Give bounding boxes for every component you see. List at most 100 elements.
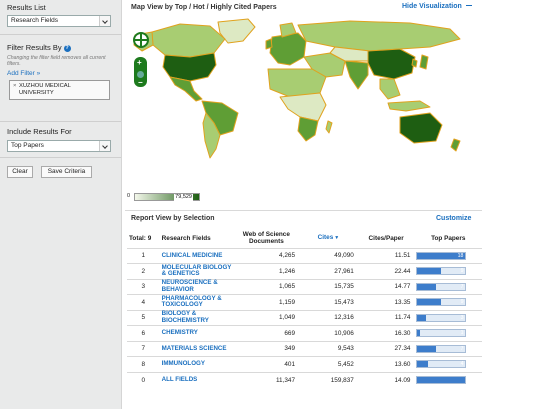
save-criteria-button[interactable]: Save Criteria bbox=[41, 166, 92, 178]
research-fields-header[interactable]: Research Fields bbox=[160, 229, 234, 248]
table-row: 2 MOLECULAR BIOLOGY & GENETICS 1,246 27,961… bbox=[127, 263, 482, 279]
field-cell: IMMUNOLOGY bbox=[159, 356, 234, 372]
field-link[interactable]: CLINICAL MEDICINE bbox=[162, 252, 232, 260]
field-cell: PHARMACOLOGY & TOXICOLOGY bbox=[159, 294, 234, 310]
active-filter-value: XUZHOU MEDICAL UNIVERSITY bbox=[19, 83, 71, 96]
cites-per-paper-cell: 13.35 bbox=[357, 294, 415, 310]
minus-icon bbox=[465, 4, 472, 6]
field-cell: CLINICAL MEDICINE bbox=[159, 247, 234, 264]
zoom-handle[interactable] bbox=[137, 71, 144, 78]
wos-cell: 1,246 bbox=[233, 263, 300, 279]
top-papers-bar[interactable] bbox=[416, 376, 467, 384]
map-new-zealand bbox=[450, 138, 461, 152]
chevron-down-icon bbox=[99, 16, 110, 26]
top-papers-bar-fill bbox=[417, 330, 421, 337]
total-header: Total: 9 bbox=[129, 234, 152, 242]
top-papers-bar[interactable]: 7 bbox=[416, 282, 467, 291]
table-row: 5 BIOLOGY & BIOCHEMISTRY 1,049 12,316 11.74 3 bbox=[127, 309, 482, 326]
top-papers-header[interactable]: Top Papers bbox=[414, 229, 482, 248]
world-map[interactable] bbox=[130, 17, 472, 164]
map-korea bbox=[411, 58, 418, 68]
top-papers-bar[interactable]: 7 bbox=[416, 344, 467, 353]
cites-per-paper-cell: 11.74 bbox=[357, 309, 415, 326]
cites-cell: 9,543 bbox=[299, 340, 358, 357]
cites-cell: 12,316 bbox=[299, 309, 358, 326]
header-row: Total: 9 Research Fields Web of Science … bbox=[127, 229, 482, 248]
map-europe bbox=[269, 32, 307, 66]
wos-cell: 669 bbox=[233, 325, 300, 341]
results-list-title: Results List bbox=[7, 3, 46, 12]
field-link[interactable]: NEUROSCIENCE & BEHAVIOR bbox=[162, 280, 232, 293]
hide-visualization-label: Hide Visualization bbox=[402, 3, 462, 10]
add-filter-link[interactable]: Add Filter » bbox=[7, 70, 40, 77]
results-list-value: Research Fields bbox=[11, 17, 58, 24]
legend-max: 79,529 bbox=[174, 194, 193, 201]
rank-cell: 7 bbox=[127, 340, 160, 357]
cites-header-label: Cites bbox=[317, 234, 334, 242]
rank-cell: 2 bbox=[127, 263, 160, 279]
cites-per-paper-cell: 27.34 bbox=[357, 340, 415, 357]
map-russia bbox=[297, 20, 461, 52]
results-list-select[interactable]: Research Fields bbox=[7, 15, 111, 27]
rank-cell: 8 bbox=[127, 356, 160, 372]
top-papers-bar-fill bbox=[417, 299, 442, 306]
wos-header[interactable]: Web of Science Documents bbox=[234, 229, 299, 248]
field-link[interactable]: IMMUNOLOGY bbox=[162, 360, 232, 368]
field-link[interactable]: ALL FIELDS bbox=[162, 376, 232, 384]
field-cell: MOLECULAR BIOLOGY & GENETICS bbox=[159, 263, 234, 279]
field-link[interactable]: BIOLOGY & BIOCHEMISTRY bbox=[162, 311, 232, 324]
zoom-out-icon[interactable]: − bbox=[138, 79, 143, 87]
include-results-value: Top Papers bbox=[11, 142, 44, 149]
cites-per-paper-cell: 11.51 bbox=[357, 247, 415, 264]
field-link[interactable]: CHEMISTRY bbox=[162, 329, 232, 337]
wos-cell: 1,049 bbox=[233, 309, 300, 326]
wos-cell: 1,159 bbox=[233, 294, 300, 310]
table-row: 7 MATERIALS SCIENCE 349 9,543 27.34 7 bbox=[127, 340, 482, 357]
active-filter-box: × XUZHOU MEDICAL UNIVERSITY bbox=[9, 80, 110, 100]
top-papers-bar[interactable]: 18 bbox=[416, 251, 467, 260]
map-mexico bbox=[169, 76, 203, 102]
pan-cross-h bbox=[135, 39, 147, 41]
field-link[interactable]: MOLECULAR BIOLOGY & GENETICS bbox=[162, 264, 232, 278]
rank-cell: 3 bbox=[127, 278, 160, 295]
remove-filter-icon[interactable]: × bbox=[13, 83, 16, 90]
top-papers-bar-fill bbox=[417, 361, 428, 368]
cites-header[interactable]: Cites▼ bbox=[299, 229, 358, 248]
top-papers-bar[interactable]: 4 bbox=[416, 360, 467, 369]
top-papers-bar[interactable]: 9 bbox=[416, 267, 467, 276]
map-madagascar bbox=[325, 120, 333, 134]
zoom-in-icon[interactable]: + bbox=[137, 59, 142, 67]
map-australia bbox=[399, 112, 443, 144]
top-papers-bar-fill bbox=[417, 377, 466, 383]
top-papers-value: 7 bbox=[460, 345, 464, 352]
hide-visualization-link[interactable]: Hide Visualization bbox=[402, 3, 472, 10]
filter-hint: Changing the filter field removes all cu… bbox=[7, 55, 106, 67]
top-papers-bar-fill bbox=[417, 345, 437, 352]
include-results-select[interactable]: Top Papers bbox=[7, 140, 111, 152]
report-title: Report View by Selection bbox=[131, 215, 215, 222]
include-results-title: Include Results For bbox=[7, 127, 72, 136]
cites-per-paper-cell: 22.44 bbox=[357, 263, 415, 279]
top-papers-bar[interactable]: 9 bbox=[416, 298, 467, 307]
zoom-slider[interactable]: + − bbox=[134, 57, 147, 87]
top-papers-cell: 1 bbox=[414, 325, 482, 341]
field-link[interactable]: MATERIALS SCIENCE bbox=[162, 345, 232, 353]
customize-link[interactable]: Customize bbox=[436, 215, 471, 222]
map-india bbox=[344, 60, 369, 90]
top-papers-bar[interactable]: 3 bbox=[416, 313, 467, 322]
field-link[interactable]: PHARMACOLOGY & TOXICOLOGY bbox=[162, 295, 232, 309]
legend-gradient: 79,529 bbox=[134, 193, 200, 201]
wos-cell: 4,265 bbox=[233, 247, 300, 264]
table-row: 8 IMMUNOLOGY 401 5,452 13.60 4 bbox=[127, 356, 482, 372]
rank-cell: 5 bbox=[127, 309, 160, 326]
cites-per-paper-cell: 16.30 bbox=[357, 325, 415, 341]
pan-control[interactable] bbox=[133, 32, 149, 48]
top-papers-bar[interactable]: 1 bbox=[416, 329, 467, 338]
clear-button[interactable]: Clear bbox=[7, 166, 33, 178]
top-papers-value: 7 bbox=[460, 283, 464, 290]
table-row: 1 CLINICAL MEDICINE 4,265 49,090 11.51 18 bbox=[127, 247, 482, 264]
help-icon[interactable]: ? bbox=[63, 45, 71, 52]
top-papers-cell: 7 bbox=[414, 278, 482, 295]
cites-per-paper-cell: 14.09 bbox=[357, 371, 415, 388]
cites-per-paper-header[interactable]: Cites/Paper bbox=[358, 229, 415, 248]
